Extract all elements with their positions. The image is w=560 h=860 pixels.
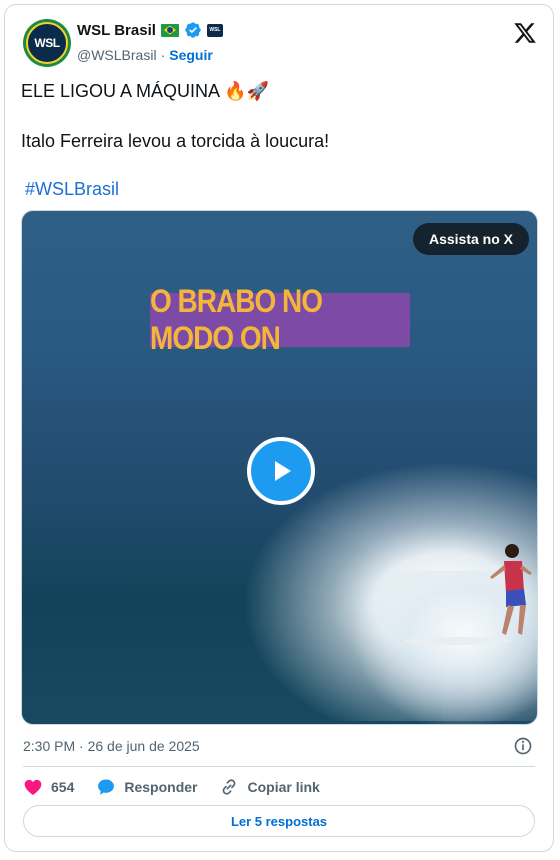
author-name-row: WSL Brasil WSL	[77, 21, 223, 39]
affiliate-badge-icon[interactable]: WSL	[206, 23, 223, 37]
post-text-line2: Italo Ferreira levou a torcida à loucura…	[21, 131, 330, 151]
heart-icon	[24, 779, 42, 795]
follow-button[interactable]: Seguir	[169, 47, 213, 63]
like-button[interactable]: 654	[23, 777, 74, 797]
post-card: WSL WSL Brasil WSL @WSLBrasil · Seguir E…	[4, 4, 554, 852]
copy-link-button[interactable]: Copiar link	[219, 777, 320, 797]
wsl-logo: WSL	[26, 22, 68, 64]
action-bar: 654 Responder Copiar link	[23, 777, 342, 797]
video-player[interactable]: Assista no X O BRABO NO MODO ON	[21, 210, 538, 725]
author-name[interactable]: WSL Brasil	[77, 22, 156, 39]
handle-row: @WSLBrasil · Seguir	[77, 47, 213, 63]
brazil-flag-icon	[160, 23, 179, 37]
separator: ·	[160, 47, 166, 63]
post-text-line1: ELE LIGOU A MÁQUINA 🔥🚀	[21, 81, 269, 102]
x-logo-icon[interactable]	[513, 21, 537, 45]
link-icon	[223, 779, 236, 795]
post-timestamp[interactable]: 2:30 PM · 26 de jun de 2025	[23, 738, 200, 754]
verified-badge-icon	[185, 22, 201, 38]
like-count: 654	[51, 779, 75, 795]
reply-label: Responder	[124, 779, 198, 795]
avatar-text: WSL	[34, 36, 60, 50]
play-icon	[275, 461, 291, 481]
surfboard	[403, 637, 511, 645]
info-icon[interactable]	[513, 736, 533, 756]
video-caption-overlay: O BRABO NO MODO ON	[150, 283, 410, 356]
reply-button[interactable]: Responder	[96, 777, 197, 797]
divider	[23, 766, 535, 767]
read-replies-button[interactable]: Ler 5 respostas	[23, 805, 535, 837]
avatar[interactable]: WSL	[23, 19, 71, 67]
reply-bubble-icon	[98, 779, 115, 795]
hashtag-link[interactable]: #WSLBrasil	[25, 179, 119, 200]
fire-rocket-emoji-icon: 🔥🚀	[224, 81, 269, 102]
watch-on-x-button[interactable]: Assista no X	[412, 223, 529, 255]
copy-link-label: Copiar link	[247, 779, 320, 795]
play-button[interactable]	[247, 437, 315, 505]
author-handle[interactable]: @WSLBrasil	[77, 47, 157, 63]
